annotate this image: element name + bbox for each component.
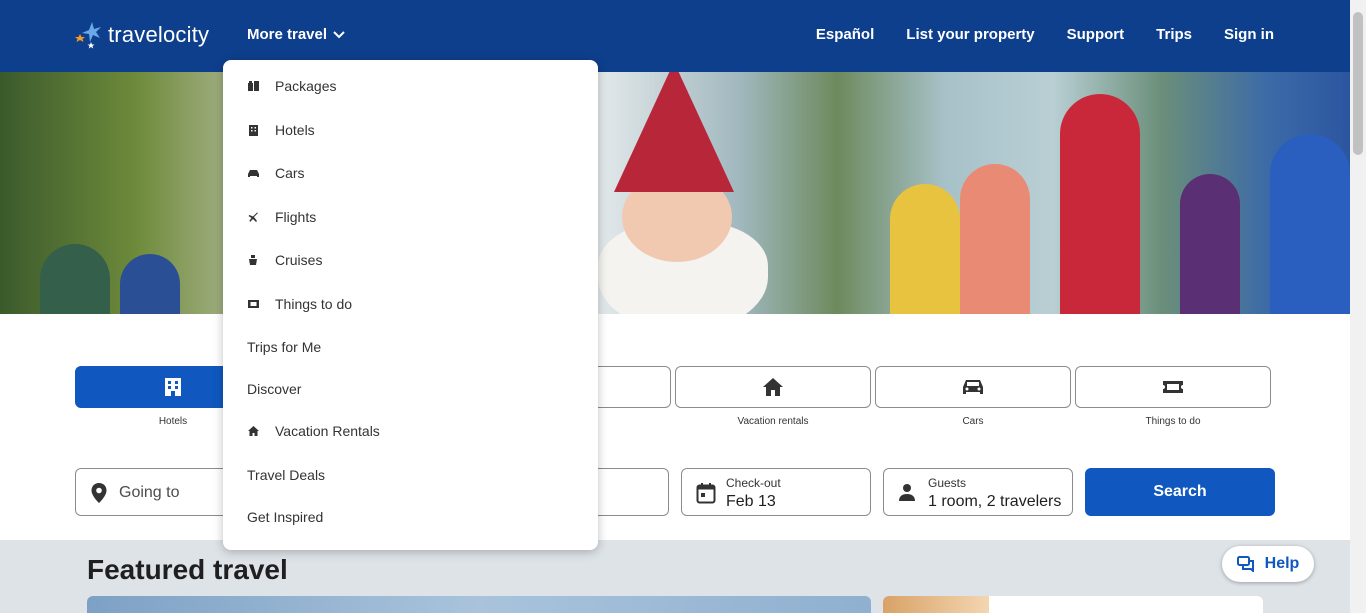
tab-things-to-do[interactable]: Things to do xyxy=(1075,366,1271,427)
search-button[interactable]: Search xyxy=(1085,468,1275,516)
guests-label: Guests xyxy=(928,476,967,490)
surfboard xyxy=(890,184,960,314)
menu-item-travel-deals-label: Travel Deals xyxy=(247,467,326,483)
page-scrollbar[interactable] xyxy=(1350,0,1366,613)
hotel-icon xyxy=(247,124,259,136)
featured-card[interactable] xyxy=(883,596,1263,613)
chat-bubbles-icon xyxy=(1236,556,1254,572)
menu-item-cruises[interactable]: Cruises xyxy=(247,252,322,268)
hero-image xyxy=(0,72,1350,314)
nav-sign-in[interactable]: Sign in xyxy=(1224,26,1274,43)
header-nav: Español List your property Support Trips… xyxy=(816,26,1274,43)
nav-trips[interactable]: Trips xyxy=(1156,26,1192,43)
menu-item-get-inspired-label: Get Inspired xyxy=(247,509,324,525)
menu-item-cruises-label: Cruises xyxy=(275,252,323,268)
gnome-hat xyxy=(614,72,734,192)
nav-support[interactable]: Support xyxy=(1067,26,1125,43)
surfboard xyxy=(1060,94,1140,314)
menu-item-discover[interactable]: Discover xyxy=(247,381,301,397)
checkout-label: Check-out xyxy=(726,476,781,490)
surfboard xyxy=(1180,174,1240,314)
menu-item-packages[interactable]: Packages xyxy=(247,78,336,94)
featured-card-thumbnail xyxy=(883,596,989,613)
menu-item-vacation-rentals[interactable]: Vacation Rentals xyxy=(247,423,380,439)
surfboard xyxy=(1270,134,1350,314)
guests-value: 1 room, 2 travelers xyxy=(928,493,1062,510)
ticket-icon xyxy=(1163,381,1183,393)
tab-vacation-rentals-label: Vacation rentals xyxy=(737,416,809,427)
menu-item-hotels-label: Hotels xyxy=(275,122,315,138)
logo-text: travelocity xyxy=(108,22,210,47)
help-button[interactable]: Help xyxy=(1222,546,1314,582)
nav-list-your-property[interactable]: List your property xyxy=(906,26,1034,43)
featured-travel-section: Featured travel xyxy=(0,540,1350,613)
cruise-icon xyxy=(247,254,259,266)
scrollbar-thumb[interactable] xyxy=(1353,12,1363,155)
menu-item-travel-deals[interactable]: Travel Deals xyxy=(247,467,325,483)
plane-icon xyxy=(247,211,259,223)
menu-item-things-to-do[interactable]: Things to do xyxy=(247,296,352,312)
menu-item-flights[interactable]: Flights xyxy=(247,209,316,225)
ticket-icon xyxy=(247,298,259,310)
featured-title: Featured travel xyxy=(87,554,288,585)
tab-vacation-rentals[interactable]: Vacation rentals xyxy=(675,366,871,427)
tab-things-to-do-box xyxy=(1075,366,1271,408)
menu-item-cars[interactable]: Cars xyxy=(247,165,305,181)
help-label: Help xyxy=(1264,555,1300,572)
tab-cars[interactable]: Cars xyxy=(875,366,1071,427)
logo-star-icon xyxy=(75,22,101,49)
surfboard xyxy=(120,254,180,314)
car-icon xyxy=(247,167,259,179)
menu-item-things-to-do-label: Things to do xyxy=(275,296,353,312)
more-travel-dropdown: Packages Hotels Cars Flights Cruises Thi… xyxy=(223,60,598,550)
tab-hotels-label: Hotels xyxy=(158,416,188,427)
tab-cars-label: Cars xyxy=(962,416,984,427)
surfboard xyxy=(960,164,1030,314)
menu-item-packages-label: Packages xyxy=(275,78,337,94)
guests-field[interactable]: Guests 1 room, 2 travelers xyxy=(883,468,1073,516)
nav-espanol[interactable]: Español xyxy=(816,26,874,43)
menu-item-discover-label: Discover xyxy=(247,381,302,397)
menu-item-flights-label: Flights xyxy=(275,209,317,225)
tab-cars-box xyxy=(875,366,1071,408)
hotel-icon xyxy=(165,378,181,396)
featured-card-image[interactable] xyxy=(87,596,871,613)
house-icon xyxy=(763,378,783,396)
site-header: travelocity More travel Español List you… xyxy=(0,0,1350,72)
chevron-down-icon xyxy=(333,30,345,38)
tab-vacation-rentals-box xyxy=(675,366,871,408)
menu-item-vacation-rentals-label: Vacation Rentals xyxy=(275,423,380,439)
packages-icon xyxy=(247,80,259,92)
more-travel-menu[interactable]: More travel xyxy=(247,26,345,43)
menu-item-trips-for-me[interactable]: Trips for Me xyxy=(247,339,321,355)
car-icon xyxy=(963,380,983,394)
menu-item-get-inspired[interactable]: Get Inspired xyxy=(247,509,323,525)
menu-item-hotels[interactable]: Hotels xyxy=(247,122,315,138)
going-to-placeholder: Going to xyxy=(119,484,180,501)
tab-things-to-do-label: Things to do xyxy=(1145,416,1201,427)
more-travel-label: More travel xyxy=(247,26,328,43)
menu-item-cars-label: Cars xyxy=(275,165,305,181)
calendar-icon xyxy=(696,483,716,504)
checkout-value: Feb 13 xyxy=(726,493,776,510)
menu-item-trips-for-me-label: Trips for Me xyxy=(247,339,322,355)
map-pin-icon xyxy=(91,483,107,503)
travelocity-logo[interactable]: travelocity xyxy=(74,20,209,50)
house-icon xyxy=(247,425,259,437)
checkout-date-field[interactable]: Check-out Feb 13 xyxy=(681,468,871,516)
surfboard xyxy=(40,244,110,314)
person-icon xyxy=(899,484,915,501)
